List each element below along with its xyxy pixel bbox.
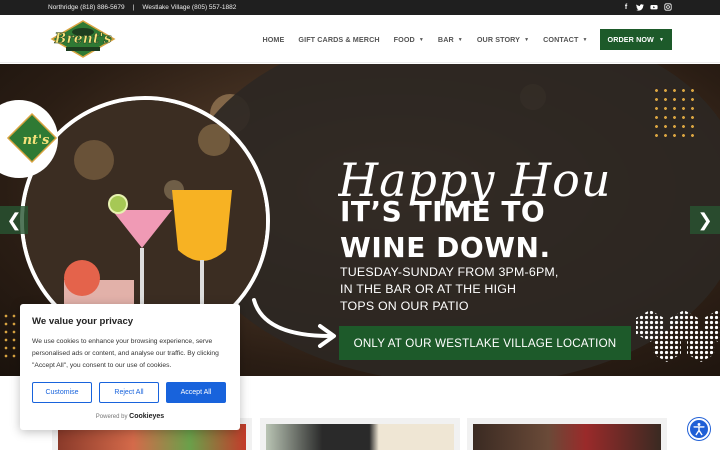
merch-card-image [266, 424, 454, 450]
cookie-body: We use cookies to enhance your browsing … [32, 338, 219, 369]
order-now-label: ORDER NOW [607, 35, 654, 44]
caret-down-icon: ▼ [582, 36, 588, 43]
nav-food-label: FOOD [393, 35, 415, 44]
slider-prev-button[interactable]: ❮ [0, 206, 28, 234]
caret-down-icon: ▼ [524, 36, 530, 43]
westlake-phone[interactable]: Westlake Village (805) 557-1882 [142, 4, 236, 11]
nav-bar-label: BAR [437, 35, 454, 44]
reject-all-button[interactable]: Reject All [99, 382, 159, 403]
social-links: f [622, 2, 672, 12]
order-now-button[interactable]: ORDER NOW ▼ [599, 29, 672, 50]
twitter-icon[interactable] [636, 2, 644, 12]
nav-food[interactable]: FOOD ▼ [394, 35, 424, 44]
brents-logo[interactable]: Brent's [50, 19, 116, 59]
powered-by-label: Powered by [95, 414, 128, 420]
bar-card[interactable] [467, 418, 667, 450]
hours-line-1: TUESDAY-SUNDAY FROM 3PM-6PM, [340, 265, 559, 279]
phone-separator: | [132, 4, 135, 11]
nav-gift-label: GIFT CARDS & MERCH [298, 35, 380, 44]
gold-dot-pattern [652, 86, 694, 138]
curved-arrow-icon [252, 298, 336, 348]
powered-by: Powered by Cookieyes [32, 413, 228, 420]
westlake-location-button[interactable]: ONLY AT OUR WESTLAKE VILLAGE LOCATION [339, 326, 631, 360]
tagline-line-2: WINE DOWN. [340, 231, 551, 264]
hero-tagline: IT’S TIME TO WINE DOWN. [340, 194, 551, 266]
nav-gift-cards[interactable]: GIFT CARDS & MERCH [298, 35, 379, 44]
accessibility-icon[interactable] [688, 418, 710, 440]
svg-text:Brent's: Brent's [54, 31, 112, 47]
nav-home[interactable]: HOME [262, 35, 284, 44]
nav-story-label: OUR STORY [476, 35, 521, 44]
nav-bar[interactable]: BAR ▼ [438, 35, 463, 44]
nav-our-story[interactable]: OUR STORY ▼ [477, 35, 529, 44]
site-header: Brent's HOME GIFT CARDS & MERCH FOOD ▼ BA… [0, 15, 720, 63]
cookieyes-brand[interactable]: Cookieyes [129, 413, 164, 420]
facebook-icon[interactable]: f [622, 2, 630, 12]
brents-badge-logo: nt's [0, 100, 58, 178]
nav-contact[interactable]: CONTACT ▼ [543, 35, 587, 44]
cookie-title: We value your privacy [32, 316, 134, 327]
hours-line-2: IN THE BAR OR AT THE HIGH [340, 282, 517, 296]
hours-line-3: TOPS ON OUR PATIO [340, 299, 469, 313]
hours-text: TUESDAY-SUNDAY FROM 3PM-6PM, IN THE BAR … [340, 264, 559, 315]
bar-card-image [473, 424, 661, 450]
accept-all-button[interactable]: Accept All [166, 382, 226, 403]
merch-card[interactable] [260, 418, 460, 450]
caret-down-icon: ▼ [658, 36, 664, 43]
customise-button[interactable]: Customise [32, 382, 92, 403]
nav-contact-label: CONTACT [543, 35, 579, 44]
cookie-consent-banner: We value your privacy We use cookies to … [20, 304, 240, 430]
svg-text:nt's: nt's [23, 133, 50, 148]
top-bar: Northridge (818) 886-5679 | Westlake Vil… [0, 0, 720, 15]
tagline-line-1: IT’S TIME TO [340, 195, 546, 228]
slider-next-button[interactable]: ❯ [690, 206, 720, 234]
hexagon-dot-pattern [636, 310, 720, 362]
caret-down-icon: ▼ [457, 36, 463, 43]
caret-down-icon: ▼ [418, 36, 424, 43]
northridge-phone[interactable]: Northridge (818) 886-5679 [48, 4, 125, 11]
gold-dot-pattern [2, 312, 20, 360]
youtube-icon[interactable] [650, 2, 658, 12]
cookie-buttons: Customise Reject All Accept All [32, 382, 228, 403]
instagram-icon[interactable] [664, 2, 672, 12]
main-nav: HOME GIFT CARDS & MERCH FOOD ▼ BAR ▼ OUR S… [248, 29, 672, 50]
nav-home-label: HOME [262, 35, 285, 44]
